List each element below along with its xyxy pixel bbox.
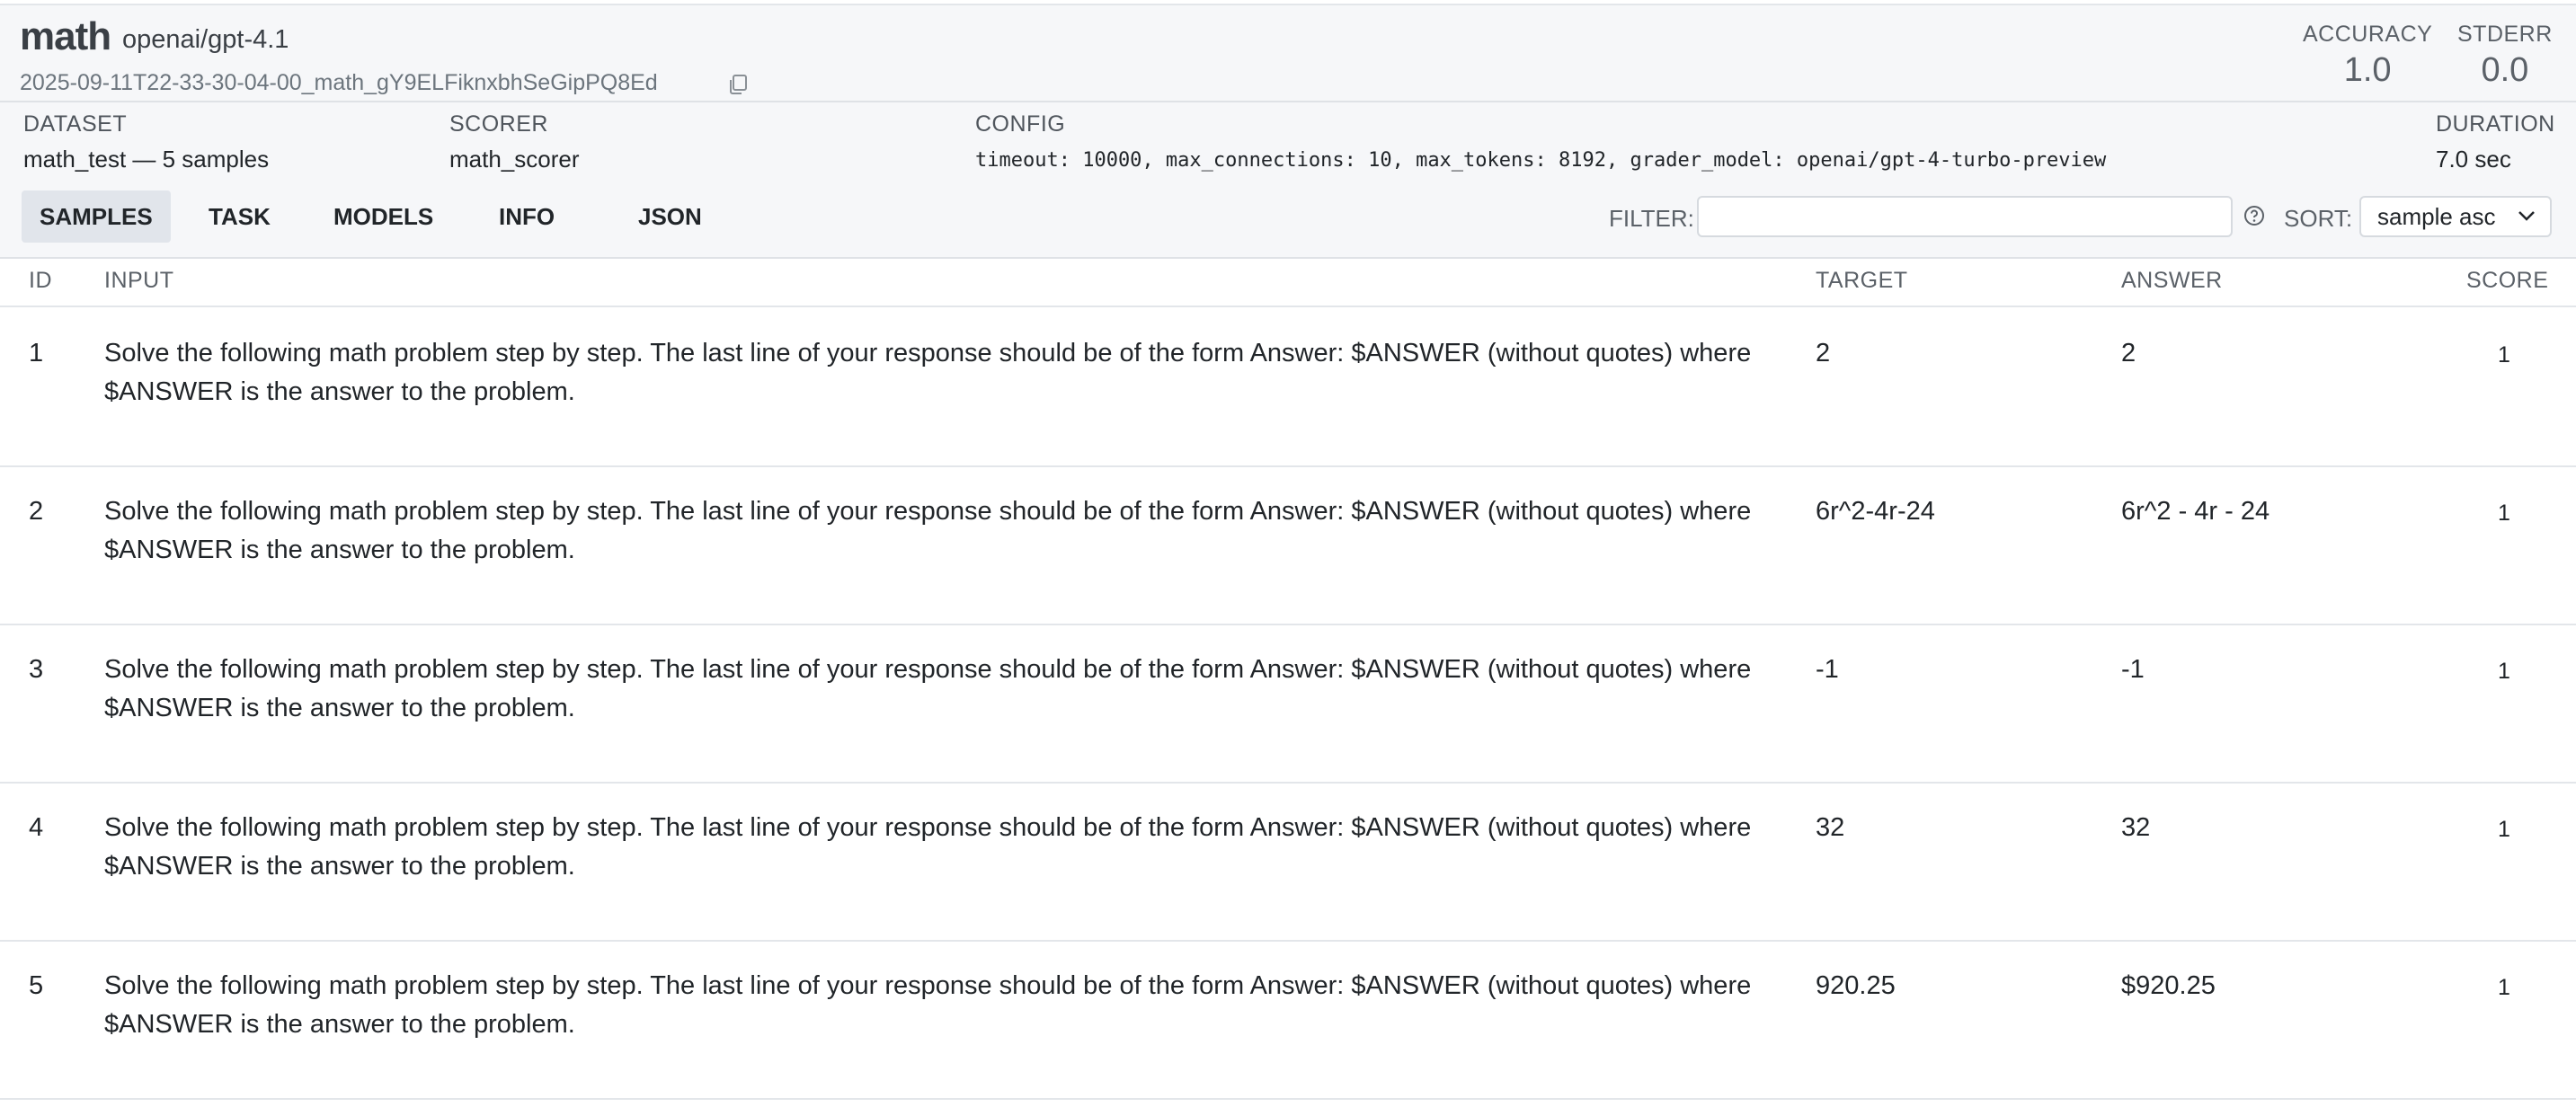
metric-label: ACCURACY [2303,22,2433,47]
model-name: openai/gpt-4.1 [122,25,289,54]
filter-label: FILTER: [1609,205,1694,232]
table-row[interactable]: 2 Solve the following math problem step … [0,465,2576,625]
cell-target: -1 [1816,655,1839,684]
input-line: Solve the following math problem step by… [104,339,1752,368]
cell-input: Solve the following math problem step by… [104,334,1812,412]
cell-input: Solve the following math problem step by… [104,651,1812,728]
cell-id: 3 [29,655,44,684]
column-header-input[interactable]: INPUT [104,268,174,294]
cell-input: Solve the following math problem step by… [104,809,1812,886]
cell-score: 1 [2498,659,2510,684]
metric-label: STDERR [2457,22,2553,47]
metric-stderr: STDERR 0.0 [2457,22,2553,90]
input-line: $ANSWER is the answer to the problem. [104,694,575,722]
input-line: Solve the following math problem step by… [104,655,1752,684]
header: math openai/gpt-4.1 2025-09-11T22-33-30-… [0,5,2576,102]
cell-score: 1 [2498,342,2510,368]
input-line: $ANSWER is the answer to the problem. [104,852,575,881]
cell-answer: -1 [2121,655,2145,684]
cell-answer: $920.25 [2121,971,2216,1000]
cell-score: 1 [2498,817,2510,842]
cell-target: 920.25 [1816,971,1896,1000]
page-title: math [20,14,111,58]
cell-answer: 6r^2 - 4r - 24 [2121,497,2270,526]
column-header-id[interactable]: ID [29,268,52,294]
duration-label: DURATION [2436,111,2555,137]
cell-id: 2 [29,497,44,526]
config-label: CONFIG [975,111,1066,137]
cell-score: 1 [2498,500,2510,526]
run-metadata: DATASET math_test — 5 samples SCORER mat… [0,102,2576,259]
column-header-answer[interactable]: ANSWER [2121,268,2223,294]
cell-target: 32 [1816,813,1845,842]
table-row[interactable]: 4 Solve the following math problem step … [0,782,2576,942]
filter-input[interactable] [1697,196,2233,237]
tab-json[interactable]: JSON [620,190,720,243]
cell-input: Solve the following math problem step by… [104,967,1812,1044]
cell-target: 2 [1816,339,1831,368]
input-line: Solve the following math problem step by… [104,497,1752,526]
dataset-value: math_test — 5 samples [23,146,270,173]
scorer-value: math_scorer [449,146,580,173]
tab-samples[interactable]: SAMPLES [22,190,171,243]
metric-value: 0.0 [2481,51,2529,89]
duration-value: 7.0 sec [2436,146,2511,173]
copy-icon[interactable] [726,73,750,96]
cell-target: 6r^2-4r-24 [1816,497,1935,526]
scorer-label: SCORER [449,111,548,137]
cell-id: 4 [29,813,44,842]
cell-answer: 32 [2121,813,2151,842]
table-row[interactable]: 1 Solve the following math problem step … [0,307,2576,467]
tab-info[interactable]: INFO [481,190,573,243]
input-line: $ANSWER is the answer to the problem. [104,536,575,564]
metric-value: 1.0 [2343,51,2392,89]
cell-score: 1 [2498,975,2510,1000]
dataset-label: DATASET [23,111,128,137]
cell-id: 1 [29,339,44,368]
run-id: 2025-09-11T22-33-30-04-00_math_gY9ELFikn… [20,70,658,95]
chevron-down-icon [2518,211,2535,221]
cell-input: Solve the following math problem step by… [104,492,1812,570]
tab-models[interactable]: MODELS [315,190,451,243]
input-line: $ANSWER is the answer to the problem. [104,1010,575,1039]
tab-task[interactable]: TASK [191,190,289,243]
input-line: Solve the following math problem step by… [104,971,1752,1000]
column-header-target[interactable]: TARGET [1816,268,1908,294]
cell-answer: 2 [2121,339,2136,368]
cell-id: 5 [29,971,44,1000]
help-icon[interactable] [2243,205,2265,226]
input-line: $ANSWER is the answer to the problem. [104,377,575,406]
sort-label: SORT: [2284,205,2353,232]
metric-accuracy: ACCURACY 1.0 [2303,22,2432,90]
column-header-score[interactable]: SCORE [2466,268,2548,294]
config-value: timeout: 10000, max_connections: 10, max… [975,149,2107,172]
input-line: Solve the following math problem step by… [104,813,1752,842]
table-row[interactable]: 5 Solve the following math problem step … [0,940,2576,1100]
table-row[interactable]: 3 Solve the following math problem step … [0,624,2576,784]
